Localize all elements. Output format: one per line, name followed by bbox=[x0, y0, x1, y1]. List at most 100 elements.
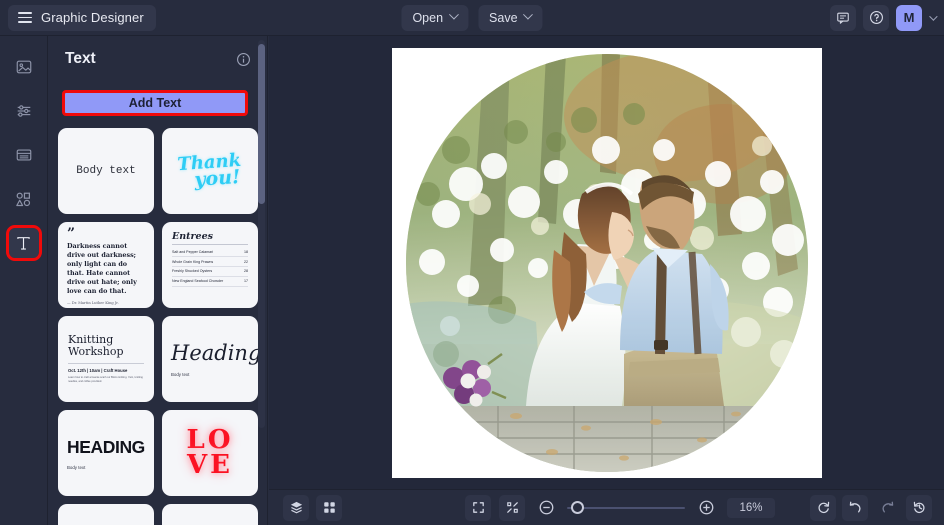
account-actions: M bbox=[830, 4, 938, 31]
redo-button[interactable] bbox=[874, 495, 900, 521]
text-template-card[interactable]: Body text bbox=[58, 128, 154, 214]
grid-icon bbox=[323, 502, 335, 513]
rail-item-layout[interactable] bbox=[9, 140, 39, 170]
chevron-down-icon bbox=[448, 9, 459, 20]
zoom-out-button[interactable] bbox=[533, 495, 559, 521]
grid-button[interactable] bbox=[316, 494, 342, 521]
thankyou-line2: you! bbox=[193, 165, 242, 192]
artboard[interactable] bbox=[391, 47, 822, 478]
card-body-text: Body text bbox=[76, 165, 136, 177]
menu-title: Entrees bbox=[172, 231, 213, 242]
menu-item-name: Freshly Shucked Oysters bbox=[172, 269, 213, 274]
card-thankyou: Thank you! bbox=[177, 150, 243, 192]
menu-divider bbox=[172, 244, 248, 245]
adjust-sliders-icon bbox=[17, 105, 30, 117]
comment-button[interactable] bbox=[830, 4, 856, 31]
quote-author: — Dr. Martin Luther King Jr. bbox=[67, 301, 119, 305]
canvas-stage[interactable] bbox=[269, 36, 944, 489]
layers-button[interactable] bbox=[283, 494, 309, 521]
menu-row: Whole Grain King Prawns 22 bbox=[172, 257, 248, 268]
top-bar: Graphic Designer Open Save M bbox=[0, 0, 944, 36]
hamburger-icon[interactable] bbox=[18, 12, 32, 23]
menu-item-price: 18 bbox=[244, 249, 248, 254]
open-button[interactable]: Open bbox=[401, 4, 469, 31]
panel-scrollbar-thumb[interactable] bbox=[258, 44, 265, 204]
zoom-in-button[interactable] bbox=[693, 495, 719, 521]
zoom-in-icon bbox=[699, 500, 713, 515]
zoom-out-icon bbox=[539, 500, 553, 515]
text-panel: Text Add Text Body text Thank you! ” Dar… bbox=[48, 36, 268, 525]
menu-item-name: Whole Grain King Prawns bbox=[172, 259, 214, 264]
menu-row: New England Seafood Chowder 17 bbox=[172, 277, 248, 287]
text-template-card[interactable]: ” Darkness cannot drive out darkness; on… bbox=[58, 222, 154, 308]
menu-row: Salt and Pepper Calamari 18 bbox=[172, 248, 248, 258]
text-icon bbox=[17, 236, 30, 250]
chevron-down-icon bbox=[523, 9, 533, 20]
refresh-button[interactable] bbox=[810, 494, 836, 521]
text-template-card[interactable]: LO VE bbox=[162, 410, 258, 496]
collapse-button[interactable] bbox=[499, 494, 525, 521]
redo-icon bbox=[881, 501, 893, 513]
love-line2: VE bbox=[187, 450, 233, 480]
image-icon bbox=[16, 60, 31, 74]
text-template-card[interactable] bbox=[58, 504, 154, 525]
help-button[interactable] bbox=[863, 4, 889, 31]
text-template-card[interactable]: Thank you! bbox=[162, 128, 258, 214]
fit-screen-button[interactable] bbox=[465, 494, 491, 521]
rail-item-shapes[interactable] bbox=[9, 184, 39, 214]
history-button[interactable] bbox=[906, 494, 932, 521]
artwork-svg bbox=[405, 53, 808, 472]
rail-item-adjust[interactable] bbox=[9, 96, 39, 126]
collapse-icon bbox=[506, 502, 518, 513]
save-button[interactable]: Save bbox=[478, 4, 543, 31]
heading-bold: HEADING bbox=[67, 436, 145, 457]
add-text-label: Add Text bbox=[128, 96, 182, 110]
text-template-list[interactable]: Body text Thank you! ” Darkness cannot d… bbox=[48, 128, 268, 525]
view-tools bbox=[283, 494, 342, 521]
knitting-title: Knitting Workshop bbox=[68, 333, 124, 358]
menu-item-name: Salt and Pepper Calamari bbox=[172, 249, 214, 254]
file-actions: Open Save bbox=[401, 4, 543, 31]
panel-header: Text bbox=[48, 36, 267, 76]
menu-item-price: 17 bbox=[244, 279, 248, 284]
undo-icon bbox=[849, 501, 861, 513]
wedding-couple-watercolor-image[interactable] bbox=[405, 53, 808, 472]
text-template-grid: Body text Thank you! ” Darkness cannot d… bbox=[58, 128, 258, 525]
heading-serif: Heading bbox=[171, 341, 258, 365]
app-menu-button[interactable]: Graphic Designer bbox=[8, 4, 156, 31]
menu-item-name: New England Seafood Chowder bbox=[172, 279, 224, 284]
rail-item-text[interactable] bbox=[5, 225, 42, 261]
avatar[interactable]: M bbox=[896, 4, 922, 31]
info-circle-icon[interactable] bbox=[236, 52, 251, 67]
save-label: Save bbox=[489, 10, 518, 25]
avatar-initial: M bbox=[903, 10, 915, 25]
text-template-card[interactable]: Heading Body text bbox=[162, 316, 258, 402]
add-text-button[interactable]: Add Text bbox=[62, 90, 248, 116]
help-circle-icon bbox=[869, 11, 883, 24]
shapes-icon bbox=[16, 192, 31, 206]
account-chevron-down-icon[interactable] bbox=[929, 11, 938, 21]
zoom-controls: 16% bbox=[465, 494, 775, 521]
text-template-card[interactable]: Entrees Salt and Pepper Calamari 18 Whol… bbox=[162, 222, 258, 308]
rail-item-image[interactable] bbox=[9, 52, 39, 82]
zoom-slider-track bbox=[567, 506, 685, 509]
refresh-icon bbox=[817, 501, 829, 514]
app-window: Graphic Designer Open Save M Text Add Te… bbox=[0, 0, 944, 525]
undo-button[interactable] bbox=[842, 494, 868, 521]
tool-rail bbox=[0, 36, 48, 525]
knitting-description: Learn how to craft a beanie scarf our Bi… bbox=[68, 376, 143, 383]
zoom-slider[interactable] bbox=[567, 501, 685, 515]
heading-serif-body: Body text bbox=[171, 372, 190, 377]
open-label: Open bbox=[412, 10, 444, 25]
bottom-bar: 16% bbox=[269, 489, 944, 525]
layout-lines-icon bbox=[16, 149, 31, 161]
text-template-card[interactable]: HEADING Body text bbox=[58, 410, 154, 496]
knitting-meta: Oct. 12th | 10am | Craft House bbox=[68, 363, 144, 373]
text-template-card[interactable]: Knitting Workshop Oct. 12th | 10am | Cra… bbox=[58, 316, 154, 402]
love-text: LO VE bbox=[187, 427, 234, 480]
zoom-slider-knob[interactable] bbox=[571, 501, 584, 514]
panel-title: Text bbox=[65, 50, 96, 67]
text-template-card[interactable] bbox=[162, 504, 258, 525]
zoom-value[interactable]: 16% bbox=[727, 497, 775, 518]
quote-mark-icon: ” bbox=[67, 226, 76, 242]
